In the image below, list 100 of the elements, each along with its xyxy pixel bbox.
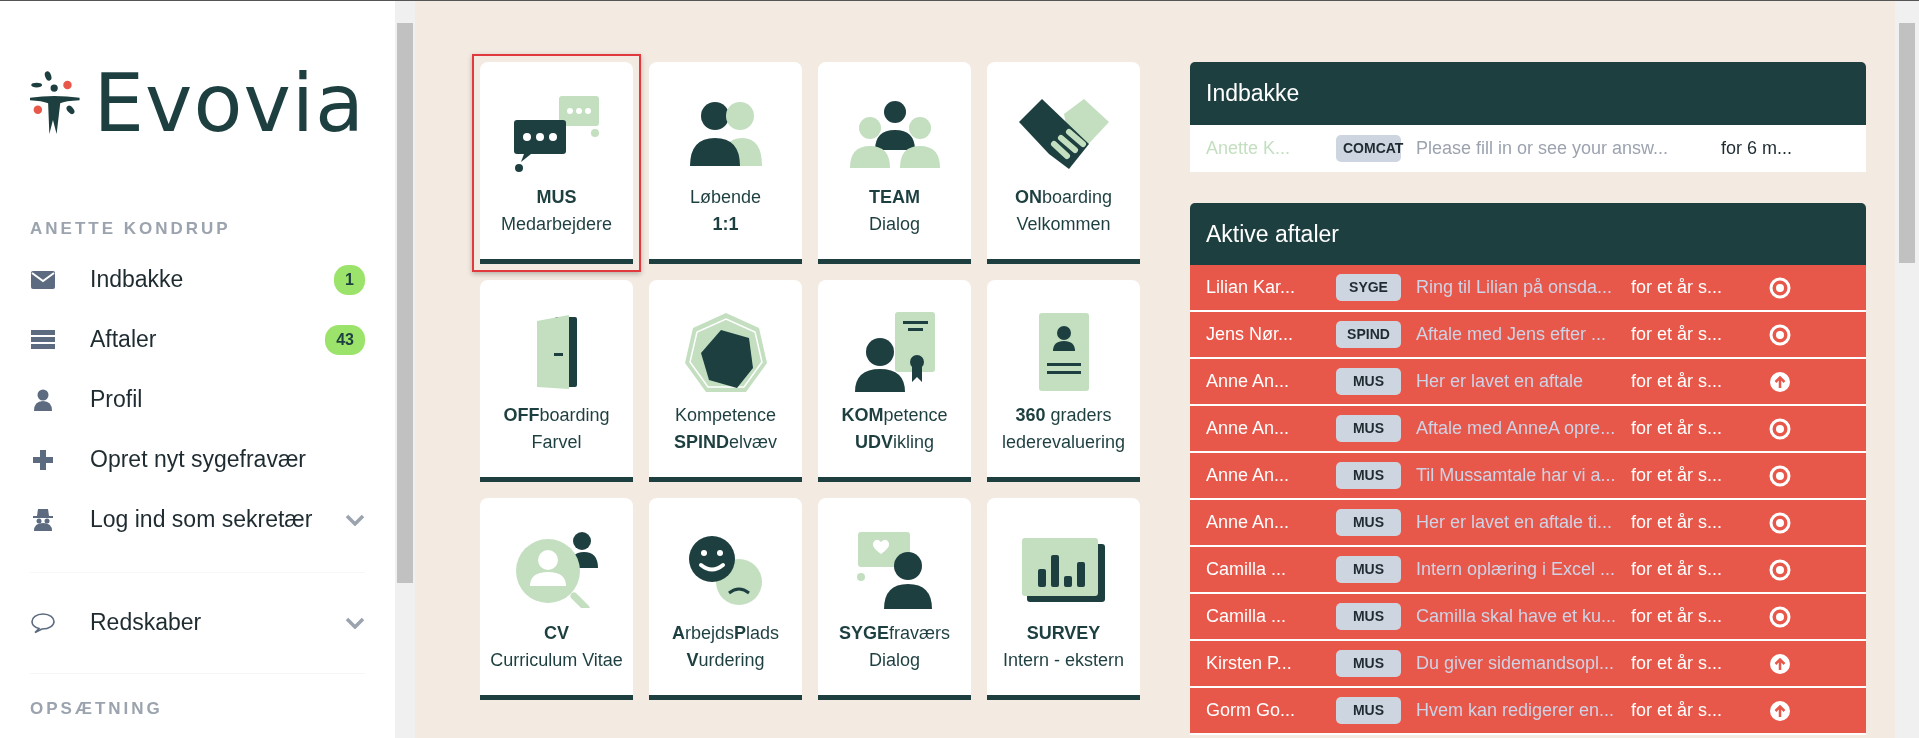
scrollbar-thumb[interactable] [1899,23,1915,263]
appointment-row[interactable]: Kirsten P... MUS Du giver sidemandsopl... for et år s... [1190,641,1866,688]
person-name: Lilian Kar... [1206,276,1297,299]
smiley-faces-icon [689,535,762,605]
appointment-row[interactable]: Anne An... MUS Her er lavet en aftale ti... for et år s... [1190,500,1866,547]
tool-tile[interactable]: SURVEY Intern - ekstern [987,498,1140,700]
appointments-panel-header: Aktive aftaler [1190,202,1866,265]
category-tag: SYGE [1336,274,1401,301]
inbox-row[interactable]: Anette K... COMCAT Please fill in or see your answ... for 6 m... [1190,124,1866,172]
appointment-text: Hvem kan redigerer en... [1416,699,1616,722]
menu-item-label: Aftaler [90,325,157,355]
person-name: Gorm Go... [1206,699,1296,722]
menu-item-label: Log ind som sekretær [90,505,313,535]
menu-item[interactable]: Opret nyt sygefravær [30,429,365,490]
tool-tile[interactable]: Kompetence SPINDelvæv [649,280,802,482]
appointment-row[interactable]: Anne An... MUS Aftale med AnneA opre... for et år s... [1190,406,1866,453]
time-ago: for et år s... [1631,511,1724,534]
appointment-text: Intern oplæring i Excel ... [1416,558,1617,581]
menu-item-label: Profil [90,385,143,415]
time-ago: for et år s... [1631,417,1724,440]
count-badge: 43 [325,324,365,355]
target-icon[interactable] [1769,605,1791,628]
tile-title: KOMpetence [841,404,948,427]
arrow-up-circle-icon[interactable] [1769,370,1791,393]
category-tag: MUS [1336,509,1401,536]
arrow-up-circle-icon[interactable] [1769,652,1791,675]
person-name: Camilla ... [1206,605,1287,628]
menu-item[interactable]: Log ind som sekretær [30,489,365,550]
appointment-row[interactable]: Gorm Go... MUS Hvem kan redigerer en... for et år s... [1190,688,1866,735]
appointment-row[interactable]: Anne An... MUS Til Mussamtale har vi a... for et år s... [1190,453,1866,500]
appointment-row[interactable]: Anne An... MUS Her er lavet en aftale for et år s... [1190,359,1866,406]
appointment-row[interactable]: Camilla ... MUS Camilla skal have et ku... for et år s... [1190,594,1866,641]
door-icon [536,315,577,389]
target-icon[interactable] [1769,558,1791,581]
tool-tile[interactable]: MUS Medarbejdere [480,62,633,264]
menu-item-label: Indbakke [90,265,184,295]
appointment-text: Aftale med AnneA opre... [1416,417,1617,440]
time-ago: for et år s... [1631,558,1724,581]
logo-text: Evovia [93,63,365,144]
chat-bubbles-icon [514,96,599,172]
appointment-row[interactable]: Lilian Kar... SYGE Ring til Lilian på onsda... for et år s... [1190,265,1866,312]
inbox-panel-header: Indbakke [1190,62,1866,125]
category-tag: MUS [1336,415,1401,442]
tile-subtitle: Farvel [531,431,582,454]
menu-item[interactable]: Aftaler 43 [30,309,365,370]
tile-title: ArbejdsPlads [671,622,780,645]
user-heading: ANETTE KONDRUP [30,218,232,240]
tile-subtitle: Dialog [869,649,920,672]
tool-tile[interactable]: 360 graders lederevaluering [987,280,1140,482]
appointment-row[interactable]: Jens Nør... SPIND Aftale med Jens efter ... for et år s... [1190,312,1866,359]
target-icon[interactable] [1769,464,1791,487]
target-icon[interactable] [1769,511,1791,534]
person-name: Jens Nør... [1206,323,1295,346]
time-ago: for et år s... [1631,464,1724,487]
tool-tile[interactable]: ONboarding Velkommen [987,62,1140,264]
certificate-icon [854,312,935,392]
envelope-icon [30,270,56,289]
bar-chart-icon [1022,538,1105,602]
plus-icon [30,449,56,470]
message-preview: Please fill in or see your answ... [1416,136,1670,160]
person-name: Camilla ... [1206,558,1287,581]
appointment-text: Til Mussamtale har vi a... [1416,464,1617,487]
time-ago: for et år s... [1631,323,1724,346]
magnified-person-icon [515,532,598,608]
tile-title: SURVEY [1026,622,1101,645]
tool-tile[interactable]: TEAM Dialog [818,62,971,264]
heart-chat-person-icon [857,531,932,609]
speech-bubble-icon [30,611,56,634]
tile-subtitle: Intern - ekstern [1002,649,1125,672]
tool-tile[interactable]: KOMpetence UDVikling [818,280,971,482]
category-tag: SPIND [1336,321,1401,348]
tool-tile[interactable]: ArbejdsPlads Vurdering [649,498,802,700]
menu-item[interactable]: Indbakke 1 [30,249,365,310]
tool-tile[interactable]: OFFboarding Farvel [480,280,633,482]
target-icon[interactable] [1769,417,1791,440]
menu-item-label: Opret nyt sygefravær [90,445,307,475]
tool-tile[interactable]: CV Curriculum Vitae [480,498,633,700]
category-tag: MUS [1336,697,1401,724]
tool-tile[interactable]: SYGEfraværs Dialog [818,498,971,700]
id-card-icon [1038,313,1089,391]
tile-subtitle: Velkommen [1016,213,1111,236]
appointment-row[interactable]: Camilla ... MUS Intern oplæring i Excel ... for et år s... [1190,547,1866,594]
menu-item[interactable]: Profil [30,369,365,430]
scrollbar-thumb[interactable] [397,23,413,583]
tile-subtitle: lederevaluering [1001,431,1126,454]
tile-subtitle: Dialog [869,213,920,236]
appointment-text: Ring til Lilian på onsda... [1416,276,1614,299]
tile-title: OFFboarding [503,404,610,427]
tile-title: SYGEfraværs [838,622,950,645]
two-people-icon [689,102,762,166]
target-icon[interactable] [1769,276,1791,299]
tool-tile[interactable]: Løbende 1:1 [649,62,802,264]
arrow-up-circle-icon[interactable] [1769,699,1791,722]
tools-menu-item[interactable]: Redskaber [30,572,365,673]
time-ago: for et år s... [1631,605,1724,628]
target-icon[interactable] [1769,323,1791,346]
settings-heading: OPSÆTNING [30,697,164,720]
appointment-text: Aftale med Jens efter ... [1416,323,1608,346]
category-tag: MUS [1336,556,1401,583]
time-ago: for et år s... [1631,652,1724,675]
